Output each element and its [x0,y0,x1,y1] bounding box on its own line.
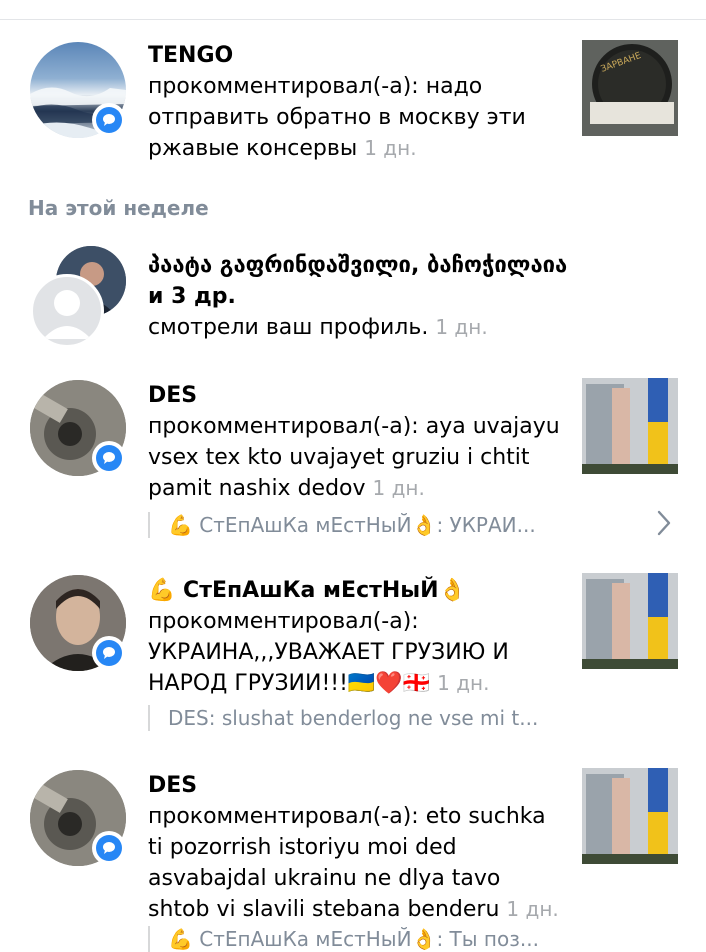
timestamp: 1 дн. [372,476,425,500]
comment-icon [103,114,115,126]
thumbnail-image [582,573,678,669]
avatar-group[interactable] [30,246,130,348]
comment-badge [92,636,126,670]
reply-preview[interactable]: 💪 СтЕпАшКа мЕстНыЙ👌: УКРАИ... [148,512,536,538]
author-name[interactable]: DES [148,773,197,798]
viewer-names[interactable]: პაატა გაფრინდაშვილი, ბაჩოჭილაია [148,253,567,278]
notification-text: პაატა გაფრინდაშვილი, ბაჩოჭილაია и 3 др. … [148,250,618,343]
notification-text: DES прокомментировал(-а): aya uvajayu vs… [148,380,563,504]
timestamp: 1 дн. [435,315,488,339]
notification-text: 💪 СтЕпАшКа мЕстНыЙ👌 прокомментировал(-а)… [148,575,563,699]
notification-text: DES прокомментировал(-а): eto suchka ti … [148,770,563,925]
comment-badge [92,831,126,865]
notification-item[interactable]: პაატა გაფრინდაშვილი, ბაჩოჭილაია и 3 др. … [0,230,706,536]
timestamp: 1 дн. [506,897,559,921]
avatar-placeholder [30,274,104,348]
comment-badge [92,103,126,137]
timestamp: 1 дн. [364,136,417,160]
action-text: прокомментировал(-а): [148,74,419,99]
section-label: На этой неделе [28,196,209,220]
reply-preview[interactable]: 💪 СтЕпАшКа мЕстНыЙ👌: Ты поз... [148,926,539,952]
notification-item[interactable]: DES прокомментировал(-а): eto suchka ti … [0,760,706,952]
action-text: прокомментировал(-а): [148,414,419,439]
comment-icon [103,647,115,659]
comment-badge [92,441,126,475]
thumbnail-image [582,378,678,474]
action-text: прокомментировал(-а): [148,609,419,634]
post-thumbnail[interactable]: ЗАРВАНЕ [582,40,678,136]
user-placeholder-icon [43,290,91,339]
post-thumbnail[interactable] [582,378,678,474]
notification-item[interactable]: 💪 СтЕпАшКа мЕстНыЙ👌 прокомментировал(-а)… [0,565,706,745]
reply-preview[interactable]: DES: slushat benderlog ne vse mi t... [148,705,538,731]
action-text: прокомментировал(-а): [148,804,419,829]
author-name[interactable]: DES [148,383,197,408]
notification-text: TENGO прокомментировал(-а): надо отправи… [148,40,563,164]
action-text: смотрели ваш профиль. [148,315,429,340]
comment-icon [103,842,115,854]
post-thumbnail[interactable] [582,768,678,864]
post-thumbnail[interactable] [582,573,678,669]
thumbnail-image [582,768,678,864]
notification-item[interactable]: DES прокомментировал(-а): aya uvajayu vs… [0,370,706,560]
author-name[interactable]: 💪 СтЕпАшКа мЕстНыЙ👌 [148,578,466,603]
others-count: и 3 др. [148,284,236,309]
notification-item[interactable]: TENGO прокомментировал(-а): надо отправи… [0,0,706,180]
author-name[interactable]: TENGO [148,43,233,68]
comment-icon [103,452,115,464]
thumbnail-image: ЗАРВАНЕ [582,40,678,136]
timestamp: 1 дн. [437,671,490,695]
